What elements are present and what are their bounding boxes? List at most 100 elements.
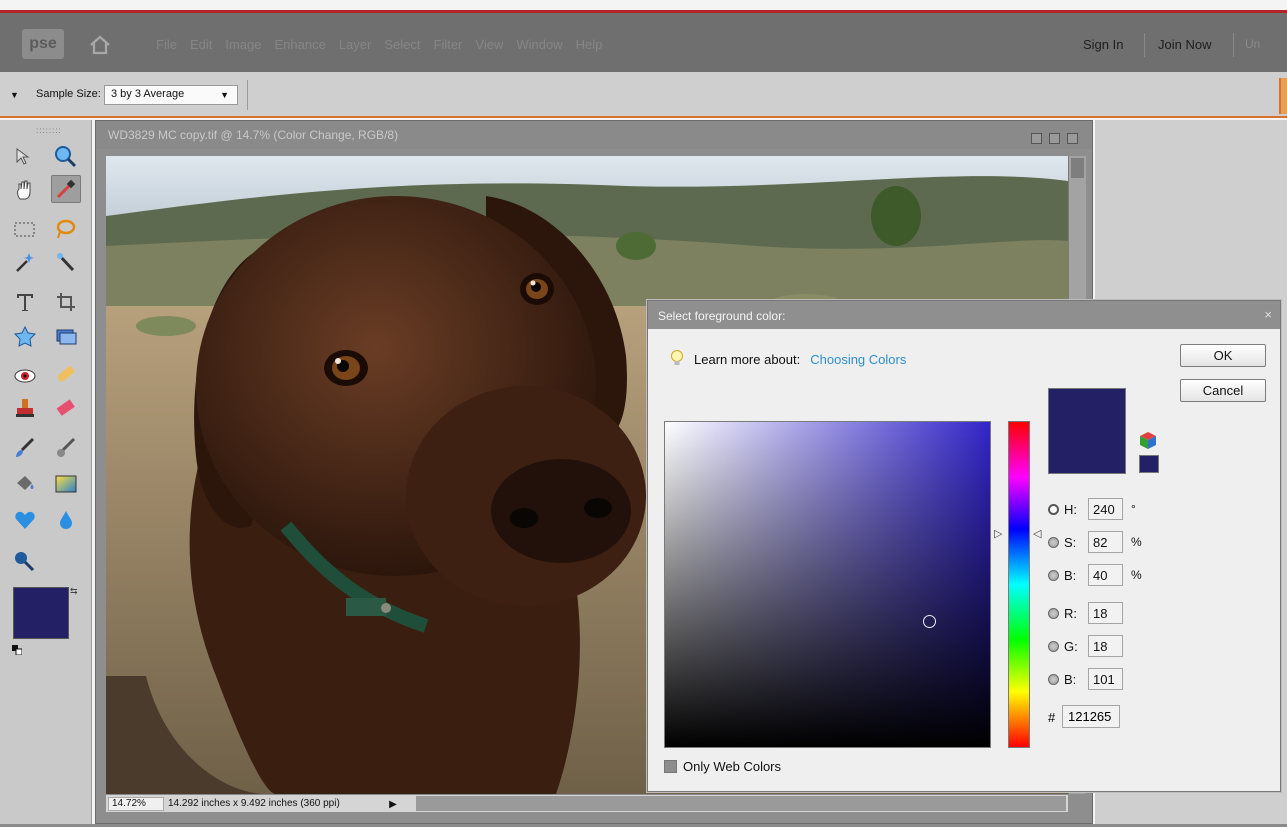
menu-help[interactable]: Help — [576, 37, 603, 52]
scrollbar-thumb[interactable] — [1071, 158, 1084, 178]
menu-file[interactable]: File — [156, 37, 177, 52]
foreground-color-swatch[interactable] — [13, 587, 69, 639]
brightness-radio[interactable] — [1048, 569, 1059, 581]
brightness-input[interactable]: 40 — [1088, 564, 1123, 586]
cookie-cutter-tool-icon[interactable] — [10, 322, 40, 350]
hue-input[interactable]: 240 — [1088, 498, 1123, 520]
menu-edit[interactable]: Edit — [190, 37, 212, 52]
menu-filter[interactable]: Filter — [434, 37, 463, 52]
color-field[interactable] — [664, 421, 991, 748]
move-tool-icon[interactable] — [10, 144, 40, 172]
zoom-level[interactable]: 14.72% — [108, 797, 164, 811]
default-colors-icon[interactable] — [12, 642, 23, 656]
menu-layer[interactable]: Layer — [339, 37, 372, 52]
saturation-label: S: — [1064, 534, 1077, 550]
menu-bar: pse File Edit Image Enhance Layer Select… — [0, 10, 1287, 72]
home-icon[interactable] — [84, 30, 116, 60]
blue-input[interactable]: 101 — [1088, 668, 1123, 690]
panel-bin-tab[interactable] — [1279, 78, 1287, 114]
color-picker-cursor[interactable] — [923, 615, 936, 628]
eraser-tool-icon[interactable] — [51, 394, 81, 422]
red-radio[interactable] — [1048, 607, 1059, 619]
hand-tool-icon[interactable] — [10, 176, 40, 204]
hue-slider-right-arrow-icon[interactable]: ◁ — [1033, 527, 1041, 540]
sample-size-label: Sample Size: — [36, 88, 101, 100]
app-window: pse File Edit Image Enhance Layer Select… — [0, 0, 1287, 827]
lasso-tool-icon[interactable] — [51, 215, 81, 243]
smart-brush-tool-icon[interactable] — [51, 434, 81, 462]
menu-image[interactable]: Image — [225, 37, 261, 52]
hue-slider-left-arrow-icon[interactable]: ▷ — [994, 527, 1002, 540]
magic-wand-tool-icon[interactable] — [10, 248, 40, 276]
straighten-tool-icon[interactable] — [51, 322, 81, 350]
green-field-row: G: 18 — [1048, 634, 1123, 658]
menu-enhance[interactable]: Enhance — [275, 37, 326, 52]
hex-input[interactable]: 121265 — [1062, 705, 1120, 728]
sample-size-select[interactable]: 3 by 3 Average ▼ — [104, 85, 238, 105]
custom-shape-tool-icon[interactable] — [10, 506, 40, 534]
sign-in-link[interactable]: Sign In — [1083, 37, 1123, 52]
maximize-icon[interactable] — [1049, 133, 1060, 144]
minimize-icon[interactable] — [1031, 133, 1042, 144]
lightbulb-icon — [670, 349, 684, 370]
saturation-radio[interactable] — [1048, 536, 1059, 548]
only-web-colors-checkbox[interactable] — [664, 760, 677, 773]
document-title: WD3829 MC copy.tif @ 14.7% (Color Change… — [96, 121, 1092, 149]
out-of-gamut-cube-icon[interactable] — [1138, 430, 1158, 450]
horizontal-scrollbar[interactable] — [416, 796, 1066, 811]
join-now-link[interactable]: Join Now — [1158, 37, 1211, 52]
crop-tool-icon[interactable] — [51, 288, 81, 316]
gradient-tool-icon[interactable] — [51, 470, 81, 498]
toolbox-grip[interactable]: :::::::: — [36, 126, 62, 135]
brightness-unit: % — [1131, 568, 1142, 582]
paint-bucket-tool-icon[interactable] — [10, 470, 40, 498]
menu-select[interactable]: Select — [384, 37, 420, 52]
tool-options-bar: ▼ Sample Size: 3 by 3 Average ▼ — [0, 72, 1287, 118]
choosing-colors-link[interactable]: Choosing Colors — [810, 352, 906, 367]
quick-selection-tool-icon[interactable] — [51, 248, 81, 276]
type-tool-icon[interactable] — [10, 288, 40, 316]
menu-view[interactable]: View — [475, 37, 503, 52]
red-input[interactable]: 18 — [1088, 602, 1123, 624]
red-eye-tool-icon[interactable] — [10, 362, 40, 390]
only-web-colors-row: Only Web Colors — [664, 759, 781, 774]
hue-slider[interactable] — [1008, 421, 1030, 748]
hue-radio[interactable] — [1048, 503, 1059, 515]
healing-brush-tool-icon[interactable] — [51, 360, 81, 388]
status-bar: 14.72% 14.292 inches x 9.492 inches (360… — [106, 794, 1068, 812]
tool-preset-arrow-icon[interactable]: ▼ — [10, 90, 19, 100]
hue-unit: ° — [1131, 502, 1136, 516]
undo-button[interactable]: Un — [1245, 37, 1260, 51]
red-field-row: R: 18 — [1048, 601, 1123, 625]
options-divider — [247, 80, 248, 110]
red-label: R: — [1064, 605, 1077, 621]
blue-radio[interactable] — [1048, 673, 1059, 685]
document-info: 14.292 inches x 9.492 inches (360 ppi) — [168, 798, 340, 809]
hue-field-row: H: 240 ° — [1048, 497, 1136, 521]
sample-size-value: 3 by 3 Average — [111, 88, 185, 100]
clone-stamp-tool-icon[interactable] — [10, 394, 40, 422]
brush-tool-icon[interactable] — [10, 434, 40, 462]
zoom-tool-icon[interactable] — [50, 142, 80, 170]
learn-more-row: Learn more about: Choosing Colors — [670, 349, 906, 370]
blur-tool-icon[interactable] — [51, 506, 81, 534]
cancel-button[interactable]: Cancel — [1180, 379, 1266, 402]
menu-separator — [1233, 33, 1234, 57]
eyedropper-tool-icon[interactable] — [51, 175, 81, 203]
web-safe-color-swatch[interactable] — [1139, 455, 1159, 473]
new-color-swatch — [1048, 388, 1126, 474]
menu-window[interactable]: Window — [516, 37, 562, 52]
sponge-tool-icon[interactable] — [10, 548, 40, 576]
menu-separator — [1144, 33, 1145, 57]
marquee-tool-icon[interactable] — [10, 216, 40, 244]
close-icon[interactable]: × — [1264, 307, 1272, 322]
saturation-input[interactable]: 82 — [1088, 531, 1123, 553]
green-input[interactable]: 18 — [1088, 635, 1123, 657]
play-arrow-icon[interactable]: ▶ — [386, 796, 400, 812]
learn-more-label: Learn more about: — [694, 352, 801, 367]
swap-colors-icon[interactable]: ⇆ — [70, 586, 78, 597]
green-radio[interactable] — [1048, 640, 1059, 652]
close-icon[interactable] — [1067, 133, 1078, 144]
brightness-label: B: — [1064, 567, 1077, 583]
ok-button[interactable]: OK — [1180, 344, 1266, 367]
